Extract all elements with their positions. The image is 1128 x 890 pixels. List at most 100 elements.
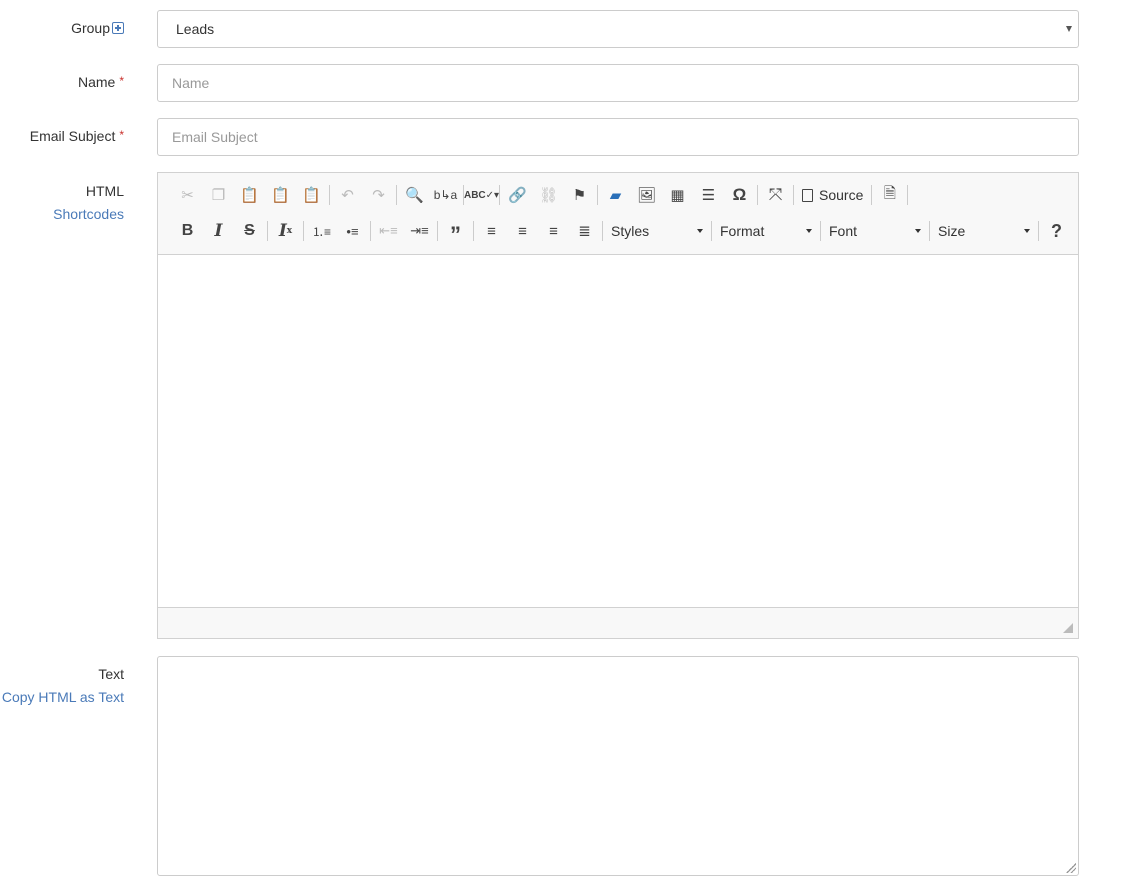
preview-icon[interactable]: 🗎	[874, 182, 905, 208]
cut-icon[interactable]: ✂	[172, 182, 203, 208]
copy-html-as-text-link[interactable]: Copy HTML as Text	[2, 689, 124, 705]
toolbar-separator	[820, 221, 821, 241]
redo-icon[interactable]: ↷	[363, 182, 394, 208]
align-left-icon[interactable]: ≡	[476, 218, 507, 244]
unlink-icon[interactable]: ⛓	[533, 182, 564, 208]
caret-down-icon	[697, 229, 703, 233]
toolbar-separator	[329, 185, 330, 205]
toolbar-row-2: B I S Ix ⒈≡ •≡ ⇤≡ ⇥≡ ” ≡ ≡ ≡ ≣ Styles Fo…	[172, 218, 1072, 248]
toolbar-separator	[597, 185, 598, 205]
toolbar-row-1: ✂ ❐ 📋 📋 📋 ↶ ↷ 🔍 b↳a ABC✓▾ 🔗 ⛓ ⚑ ▰ 🖼 ▦ ☰ …	[172, 182, 910, 208]
name-row: Name * Name	[0, 64, 1128, 102]
html-editor: ✂ ❐ 📋 📋 📋 ↶ ↷ 🔍 b↳a ABC✓▾ 🔗 ⛓ ⚑ ▰ 🖼 ▦ ☰ …	[157, 172, 1079, 639]
plus-square-icon[interactable]	[112, 22, 124, 34]
bold-icon[interactable]: B	[172, 218, 203, 244]
caret-down-icon	[1066, 26, 1072, 32]
editor-content-area[interactable]	[158, 255, 1078, 608]
name-label: Name	[77, 74, 116, 90]
paste-text-icon[interactable]: 📋	[265, 182, 296, 208]
text-label: Text	[98, 666, 124, 682]
subject-label-wrap: Email Subject *	[30, 128, 124, 144]
font-dropdown[interactable]: Font	[823, 219, 927, 243]
paste-icon[interactable]: 📋	[234, 182, 265, 208]
justify-icon[interactable]: ≣	[569, 218, 600, 244]
toolbar-separator	[929, 221, 930, 241]
find-icon[interactable]: 🔍	[399, 182, 430, 208]
paste-word-icon[interactable]: 📋	[296, 182, 327, 208]
resize-handle-icon[interactable]	[1063, 623, 1073, 633]
remove-format-icon[interactable]: Ix	[270, 218, 301, 244]
toolbar-separator	[602, 221, 603, 241]
toolbar-separator	[473, 221, 474, 241]
caret-down-icon	[915, 229, 921, 233]
toolbar-separator	[267, 221, 268, 241]
toolbar-separator	[711, 221, 712, 241]
editor-toolbar: ✂ ❐ 📋 📋 📋 ↶ ↷ 🔍 b↳a ABC✓▾ 🔗 ⛓ ⚑ ▰ 🖼 ▦ ☰ …	[158, 173, 1078, 255]
source-button[interactable]: Source	[796, 182, 869, 208]
required-mark: *	[119, 74, 124, 88]
blockquote-icon[interactable]: ”	[440, 218, 471, 247]
toolbar-separator	[499, 185, 500, 205]
source-doc-icon	[802, 188, 813, 202]
outdent-icon[interactable]: ⇤≡	[373, 218, 404, 244]
editor-status-bar	[158, 607, 1078, 638]
toolbar-separator	[793, 185, 794, 205]
anchor-flag-icon[interactable]: ⚑	[564, 182, 595, 208]
name-label-wrap: Name *	[78, 74, 124, 90]
special-char-icon[interactable]: Ω	[724, 182, 755, 208]
email-subject-placeholder: Email Subject	[172, 129, 258, 145]
align-center-icon[interactable]: ≡	[507, 218, 538, 244]
text-textarea[interactable]	[157, 656, 1079, 876]
group-select-value: Leads	[176, 21, 215, 37]
caret-down-icon	[806, 229, 812, 233]
toolbar-separator	[757, 185, 758, 205]
name-input[interactable]: Name	[157, 64, 1079, 102]
toolbar-separator	[303, 221, 304, 241]
maximize-icon[interactable]: ⤧	[760, 182, 791, 208]
copy-icon[interactable]: ❐	[203, 182, 234, 208]
link-icon[interactable]: 🔗	[502, 182, 533, 208]
email-subject-input[interactable]: Email Subject	[157, 118, 1079, 156]
caret-down-icon	[1024, 229, 1030, 233]
toolbar-separator	[1038, 221, 1039, 241]
styles-label: Styles	[611, 223, 650, 239]
horizontal-rule-icon[interactable]: ☰	[693, 182, 724, 208]
undo-icon[interactable]: ↶	[332, 182, 363, 208]
styles-dropdown[interactable]: Styles	[605, 219, 709, 243]
subject-label: Email Subject	[29, 128, 116, 144]
required-mark: *	[119, 128, 124, 142]
resize-grip-icon[interactable]	[1066, 863, 1076, 873]
replace-icon[interactable]: b↳a	[430, 182, 461, 208]
bulleted-list-icon[interactable]: •≡	[337, 218, 368, 244]
numbered-list-icon[interactable]: ⒈≡	[306, 218, 337, 244]
group-label-wrap: Group	[71, 20, 124, 36]
html-label-wrap: HTML Shortcodes	[53, 183, 124, 222]
help-icon[interactable]: ?	[1041, 218, 1072, 244]
format-dropdown[interactable]: Format	[714, 219, 818, 243]
toolbar-separator	[907, 185, 909, 205]
toolbar-separator	[396, 185, 397, 205]
name-placeholder: Name	[172, 75, 210, 91]
strikethrough-icon[interactable]: S	[234, 218, 265, 244]
italic-icon[interactable]: I	[203, 218, 234, 244]
subject-row: Email Subject * Email Subject	[0, 118, 1128, 156]
html-label: HTML	[85, 183, 124, 199]
font-label: Font	[829, 223, 858, 239]
group-row: Group Leads	[0, 10, 1128, 48]
toolbar-separator	[370, 221, 371, 241]
text-label-wrap: Text Copy HTML as Text	[2, 666, 124, 705]
size-dropdown[interactable]: Size	[932, 219, 1036, 243]
source-label: Source	[819, 187, 864, 203]
shortcodes-link[interactable]: Shortcodes	[53, 206, 124, 222]
image-icon[interactable]: 🖼	[631, 182, 662, 208]
spellcheck-icon[interactable]: ABC✓▾	[464, 182, 499, 208]
table-icon[interactable]: ▦	[662, 182, 693, 208]
align-right-icon[interactable]: ≡	[538, 218, 569, 244]
group-select[interactable]: Leads	[157, 10, 1079, 48]
size-label: Size	[938, 223, 966, 239]
indent-icon[interactable]: ⇥≡	[404, 218, 435, 244]
toolbar-separator	[871, 185, 873, 205]
toolbar-separator	[437, 221, 438, 241]
flash-icon[interactable]: ▰	[600, 182, 631, 208]
format-label: Format	[720, 223, 765, 239]
